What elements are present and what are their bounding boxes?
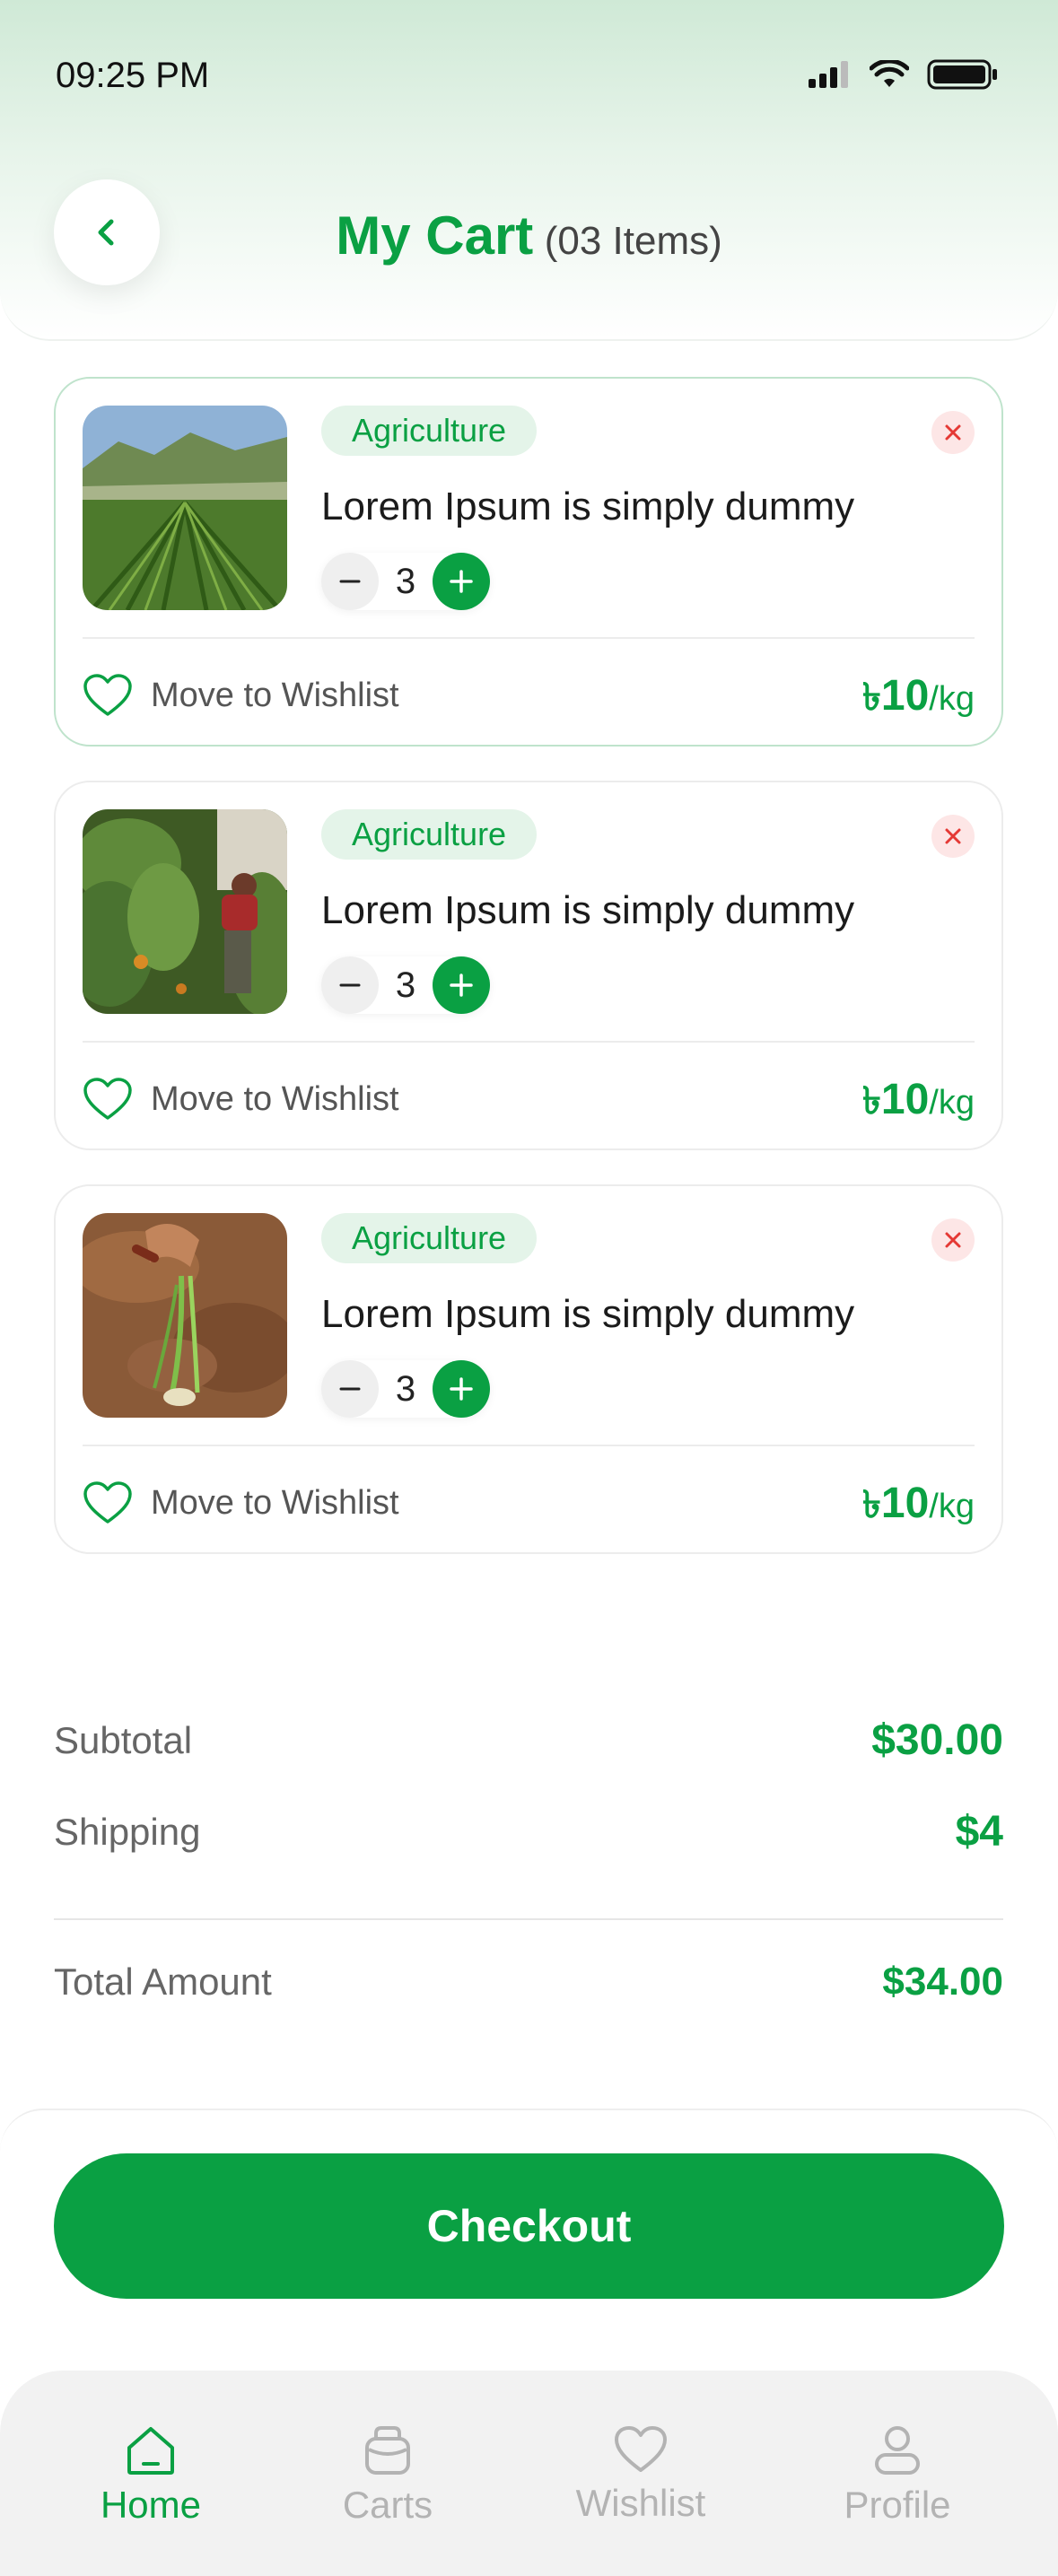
price-amount: 10	[880, 1076, 930, 1123]
product-name: Lorem Ipsum is simply dummy	[321, 888, 855, 932]
wishlist-label: Move to Wishlist	[151, 1483, 399, 1522]
shipping-label: Shipping	[54, 1810, 201, 1853]
product-name: Lorem Ipsum is simply dummy	[321, 1292, 855, 1336]
nav-profile[interactable]: Profile	[799, 2424, 996, 2527]
card-divider	[83, 1041, 975, 1043]
price-unit: /kg	[929, 680, 975, 718]
quantity-value: 3	[395, 562, 416, 601]
quantity-value: 3	[395, 965, 416, 1005]
product-image	[83, 406, 287, 610]
nav-wishlist[interactable]: Wishlist	[542, 2424, 739, 2525]
quantity-stepper: 3	[321, 956, 490, 1014]
item-price: ৳ 10 /kg	[862, 1475, 975, 1539]
minus-icon	[339, 1387, 361, 1391]
currency-symbol: ৳	[861, 676, 881, 718]
price-amount: 10	[880, 1480, 930, 1527]
category-badge: Agriculture	[321, 1213, 538, 1263]
product-name: Lorem Ipsum is simply dummy	[321, 485, 855, 528]
bottom-navigation: Home Carts Wishlist Profile	[0, 2371, 1058, 2576]
currency-symbol: ৳	[861, 1483, 881, 1525]
increase-quantity-button[interactable]	[433, 956, 490, 1014]
subtotal-label: Subtotal	[54, 1718, 193, 1761]
page-title: My Cart (03 Items)	[0, 205, 1058, 266]
wishlist-label: Move to Wishlist	[151, 1079, 399, 1118]
price-unit: /kg	[929, 1488, 975, 1525]
signal-icon	[809, 61, 848, 88]
product-image	[83, 1213, 287, 1418]
minus-icon	[339, 580, 361, 583]
user-icon	[875, 2426, 920, 2475]
nav-label: Profile	[844, 2484, 951, 2526]
quantity-stepper: 3	[321, 1360, 490, 1418]
item-price: ৳ 10 /kg	[862, 1071, 975, 1135]
cart-item-card: Agriculture Lorem Ipsum is simply dummy …	[54, 1184, 1003, 1554]
close-icon	[945, 424, 961, 441]
close-icon	[945, 1232, 961, 1248]
move-to-wishlist-button[interactable]: Move to Wishlist	[83, 664, 399, 727]
checkout-panel: Checkout	[0, 2109, 1058, 2378]
nav-label: Carts	[342, 2484, 433, 2526]
category-badge: Agriculture	[321, 406, 538, 456]
cart-item-card: Agriculture Lorem Ipsum is simply dummy …	[54, 377, 1003, 747]
status-bar: 09:25 PM	[0, 0, 1058, 153]
total-label: Total Amount	[54, 1960, 272, 2003]
card-divider	[83, 1445, 975, 1446]
item-price: ৳ 10 /kg	[862, 668, 975, 731]
plus-icon	[450, 570, 473, 593]
price-unit: /kg	[929, 1084, 975, 1122]
move-to-wishlist-button[interactable]: Move to Wishlist	[83, 1068, 399, 1131]
decrease-quantity-button[interactable]	[321, 1360, 379, 1418]
remove-item-button[interactable]	[931, 411, 975, 454]
status-icons	[809, 59, 999, 90]
checkout-button[interactable]: Checkout	[54, 2153, 1004, 2299]
card-divider	[83, 637, 975, 639]
category-badge: Agriculture	[321, 809, 538, 860]
status-time: 09:25 PM	[56, 56, 210, 95]
nav-home[interactable]: Home	[52, 2424, 249, 2527]
subtotal-value: $30.00	[871, 1716, 1003, 1764]
shipping-row: Shipping $4	[54, 1807, 1003, 1856]
total-row: Total Amount $34.00	[54, 1960, 1003, 2004]
remove-item-button[interactable]	[931, 1218, 975, 1262]
page-title-text: My Cart	[336, 205, 534, 266]
heart-icon	[83, 674, 132, 716]
heart-icon	[83, 1481, 132, 1524]
increase-quantity-button[interactable]	[433, 1360, 490, 1418]
battery-icon	[927, 59, 997, 90]
plus-icon	[450, 1377, 473, 1401]
subtotal-row: Subtotal $30.00	[54, 1716, 1003, 1765]
move-to-wishlist-button[interactable]: Move to Wishlist	[83, 1471, 399, 1534]
quantity-stepper: 3	[321, 553, 490, 610]
decrease-quantity-button[interactable]	[321, 553, 379, 610]
nav-label: Home	[100, 2484, 202, 2526]
item-count: (03 Items)	[544, 219, 722, 263]
decrease-quantity-button[interactable]	[321, 956, 379, 1014]
home-icon	[127, 2427, 174, 2475]
close-icon	[945, 828, 961, 844]
nav-label: Wishlist	[575, 2482, 706, 2524]
minus-icon	[339, 983, 361, 987]
currency-symbol: ৳	[861, 1079, 881, 1122]
increase-quantity-button[interactable]	[433, 553, 490, 610]
wifi-icon	[870, 60, 909, 87]
product-image	[83, 809, 287, 1014]
quantity-value: 3	[395, 1369, 416, 1409]
heart-icon	[615, 2426, 667, 2472]
nav-carts[interactable]: Carts	[289, 2424, 486, 2527]
plus-icon	[450, 974, 473, 997]
shipping-value: $4	[955, 1808, 1003, 1856]
summary-divider	[54, 1918, 1003, 1920]
cart-bag-icon	[365, 2426, 410, 2475]
heart-icon	[83, 1078, 132, 1120]
remove-item-button[interactable]	[931, 815, 975, 858]
total-value: $34.00	[882, 1960, 1003, 2004]
wishlist-label: Move to Wishlist	[151, 676, 399, 714]
cart-item-card: Agriculture Lorem Ipsum is simply dummy …	[54, 781, 1003, 1150]
price-amount: 10	[880, 672, 930, 720]
